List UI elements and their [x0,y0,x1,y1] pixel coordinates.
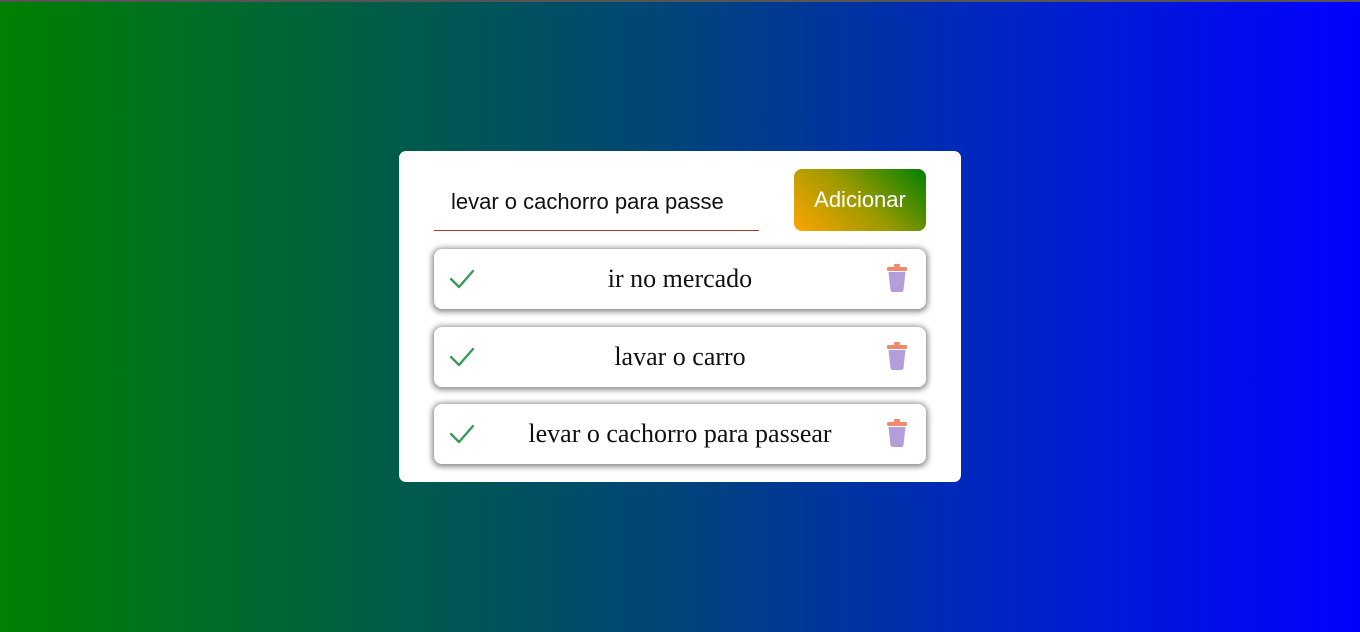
add-button[interactable]: Adicionar [794,169,926,231]
todo-item: lavar o carro [434,327,926,387]
todo-text: levar o cachorro para passear [528,419,832,448]
todo-text: ir no mercado [607,264,753,293]
check-icon [449,269,475,289]
complete-button[interactable] [448,344,476,370]
task-input[interactable] [434,173,759,231]
delete-button[interactable] [884,418,910,448]
trash-icon [887,264,907,292]
top-border [0,0,1360,2]
todo-card: Adicionar ir no mercado lavar o carro [399,151,961,482]
check-icon [449,347,475,367]
trash-icon [887,342,907,370]
todo-item: ir no mercado [434,249,926,309]
complete-button[interactable] [448,266,476,292]
todo-text: lavar o carro [614,342,746,371]
delete-button[interactable] [884,341,910,371]
trash-icon [887,419,907,447]
delete-button[interactable] [884,263,910,293]
complete-button[interactable] [448,421,476,447]
check-icon [449,424,475,444]
todo-item: levar o cachorro para passear [434,404,926,464]
